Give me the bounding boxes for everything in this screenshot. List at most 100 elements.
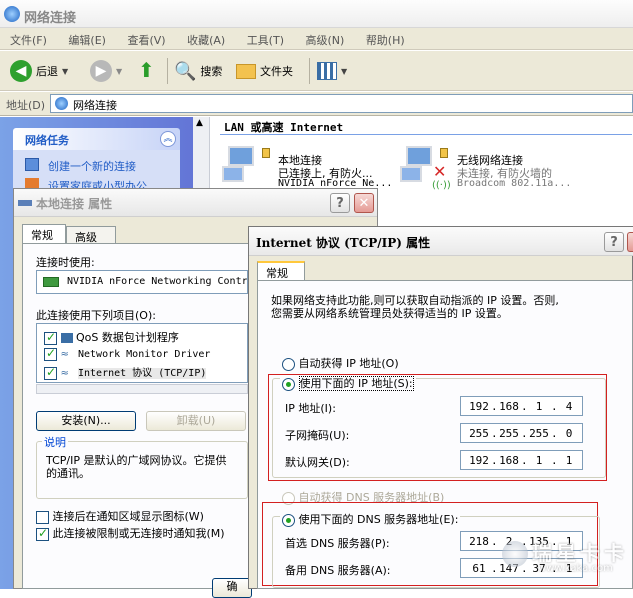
preferred-dns-label: 首选 DNS 服务器(P): bbox=[285, 537, 390, 550]
menu-favorites[interactable]: 收藏(A) bbox=[177, 28, 233, 48]
back-label: 后退 bbox=[36, 65, 58, 78]
menu-advanced[interactable]: 高级(N) bbox=[296, 28, 353, 48]
wireless-connection-device: Broadcom 802.11a... bbox=[457, 178, 572, 189]
lock-icon bbox=[262, 148, 270, 158]
auto-ip-label: 自动获得 IP 地址(O) bbox=[298, 357, 399, 370]
qos-checkbox[interactable] bbox=[44, 330, 57, 345]
help-button[interactable]: ? bbox=[604, 232, 624, 252]
list-item-qos[interactable]: QoS 数据包计划程序 bbox=[44, 329, 179, 345]
netmon-label: Network Monitor Driver bbox=[78, 349, 211, 360]
error-x-icon: ✕ bbox=[433, 162, 447, 181]
lock-icon bbox=[440, 148, 448, 158]
adapter-name: NVIDIA nForce Networking Contr bbox=[67, 276, 248, 287]
close-button[interactable] bbox=[627, 232, 633, 252]
tab-general[interactable]: 常规 bbox=[257, 261, 305, 281]
horizontal-scrollbar[interactable] bbox=[36, 384, 248, 394]
gateway-field[interactable]: 192. 168. 1. 1 bbox=[460, 450, 583, 470]
folders-label: 文件夹 bbox=[260, 65, 293, 78]
tcpip-label: Internet 协议 (TCP/IP) bbox=[78, 368, 207, 379]
show-icon-checkbox[interactable] bbox=[36, 510, 49, 524]
install-button[interactable]: 安装(N)... bbox=[36, 411, 136, 431]
watermark-logo-icon bbox=[502, 541, 528, 567]
tcpip-checkbox[interactable] bbox=[44, 365, 57, 380]
menu-file[interactable]: 文件(F) bbox=[0, 28, 55, 48]
vertical-scrollbar[interactable]: ▲ bbox=[193, 117, 210, 192]
back-arrow-icon: ◀ bbox=[10, 60, 32, 82]
auto-ip-option[interactable]: 自动获得 IP 地址(O) bbox=[282, 355, 399, 371]
folders-button[interactable]: 文件夹 bbox=[236, 56, 293, 86]
chevron-down-icon: ▼ bbox=[62, 66, 69, 76]
network-tasks-header[interactable]: 网络任务 ︽ bbox=[13, 128, 180, 150]
description-line2: 的通讯。 bbox=[46, 467, 90, 480]
subnet-mask-field[interactable]: 255. 255. 255. 0 bbox=[460, 423, 583, 443]
address-value: 网络连接 bbox=[73, 99, 117, 112]
network-tasks-title: 网络任务 bbox=[25, 134, 69, 147]
menu-help[interactable]: 帮助(H) bbox=[356, 28, 413, 48]
ip-address-label: IP 地址(I): bbox=[285, 402, 336, 415]
menu-tools[interactable]: 工具(T) bbox=[237, 28, 292, 48]
menu-edit[interactable]: 编辑(E) bbox=[58, 28, 114, 48]
manual-dns-option[interactable]: 使用下面的 DNS 服务器地址(E): bbox=[280, 511, 461, 527]
menu-view[interactable]: 查看(V) bbox=[117, 28, 173, 48]
back-button[interactable]: ◀ 后退 ▼ bbox=[10, 56, 68, 86]
local-connection-icon[interactable] bbox=[222, 146, 272, 186]
forward-button[interactable]: ▶ ▼ bbox=[90, 56, 122, 86]
show-icon-label: 连接后在通知区域显示图标(W) bbox=[52, 510, 204, 523]
tab-advanced[interactable]: 高级 bbox=[66, 226, 116, 244]
network-globe-icon bbox=[4, 6, 20, 22]
notify-checkbox[interactable] bbox=[36, 526, 49, 541]
help-button[interactable]: ? bbox=[330, 193, 350, 213]
list-item-netmon[interactable]: ≈ Network Monitor Driver bbox=[44, 346, 211, 361]
chevron-down-icon: ▼ bbox=[341, 66, 348, 76]
close-button[interactable]: ✕ bbox=[354, 193, 374, 213]
qos-label: QoS 数据包计划程序 bbox=[76, 331, 179, 344]
manual-ip-radio[interactable] bbox=[282, 377, 295, 391]
network-tasks-body: 创建一个新的连接 设置家庭或小型办公 bbox=[13, 150, 180, 190]
tab-general[interactable]: 常规 bbox=[22, 224, 66, 244]
menu-bar: 文件(F) 编辑(E) 查看(V) 收藏(A) 工具(T) 高级(N) 帮助(H… bbox=[0, 28, 633, 50]
search-button[interactable]: 🔍 搜索 bbox=[174, 56, 222, 86]
manual-dns-label: 使用下面的 DNS 服务器地址(E): bbox=[298, 513, 459, 526]
views-button[interactable]: ▼ bbox=[317, 56, 347, 86]
netmon-checkbox[interactable] bbox=[44, 346, 57, 361]
list-item-tcpip[interactable]: ≈ Internet 协议 (TCP/IP) bbox=[44, 364, 207, 380]
show-icon-option[interactable]: 连接后在通知区域显示图标(W) bbox=[36, 508, 204, 524]
forward-arrow-icon: ▶ bbox=[90, 60, 112, 82]
uninstall-button[interactable]: 卸载(U) bbox=[146, 411, 246, 431]
views-grid-icon bbox=[317, 62, 337, 80]
scroll-up-icon[interactable]: ▲ bbox=[196, 118, 203, 128]
wireless-connection-icon[interactable]: ✕ ((·)) bbox=[400, 146, 452, 191]
search-label: 搜索 bbox=[200, 65, 223, 78]
collapse-chevron-icon[interactable]: ︽ bbox=[160, 131, 176, 147]
wireless-antenna-icon: ((·)) bbox=[432, 180, 451, 191]
watermark-url: www.kaka.com bbox=[538, 563, 613, 574]
toolbar-separator bbox=[309, 58, 310, 84]
manual-dns-radio[interactable] bbox=[282, 513, 295, 527]
items-label: 此连接使用下列项目(O): bbox=[36, 309, 156, 322]
network-adapter-icon bbox=[18, 197, 32, 209]
tcpip-dialog-title: Internet 协议 (TCP/IP) 属性 bbox=[256, 236, 431, 250]
address-input[interactable]: 网络连接 bbox=[50, 94, 633, 113]
group-divider bbox=[220, 134, 632, 135]
ok-button[interactable]: 确 bbox=[212, 578, 252, 598]
protocol-icon: ≈ bbox=[60, 348, 69, 360]
qos-icon bbox=[60, 333, 73, 343]
manual-ip-label: 使用下面的 IP 地址(S): bbox=[298, 376, 414, 391]
auto-ip-radio[interactable] bbox=[282, 357, 295, 371]
new-connection-icon bbox=[25, 158, 39, 171]
protocol-icon: ≈ bbox=[60, 367, 69, 379]
subnet-mask-label: 子网掩码(U): bbox=[285, 429, 350, 442]
adapter-box: NVIDIA nForce Networking Contr bbox=[36, 270, 248, 294]
gateway-label: 默认网关(D): bbox=[285, 456, 350, 469]
notify-option[interactable]: 此连接被限制或无连接时通知我(M) bbox=[36, 525, 225, 541]
network-card-icon bbox=[43, 277, 59, 287]
task-create-connection[interactable]: 创建一个新的连接 bbox=[48, 158, 136, 174]
up-folder-icon[interactable]: ⬆ bbox=[138, 58, 160, 84]
watermark-text: 瑞星卡卡 bbox=[532, 541, 628, 565]
manual-ip-option[interactable]: 使用下面的 IP 地址(S): bbox=[280, 375, 416, 391]
search-icon: 🔍 bbox=[174, 60, 197, 82]
address-label: 地址(D) bbox=[6, 99, 46, 112]
ip-address-field[interactable]: 192. 168. 1. 4 bbox=[460, 396, 583, 416]
watermark: 瑞星卡卡 www.kaka.com bbox=[498, 535, 628, 579]
alternate-dns-label: 备用 DNS 服务器(A): bbox=[285, 564, 391, 577]
